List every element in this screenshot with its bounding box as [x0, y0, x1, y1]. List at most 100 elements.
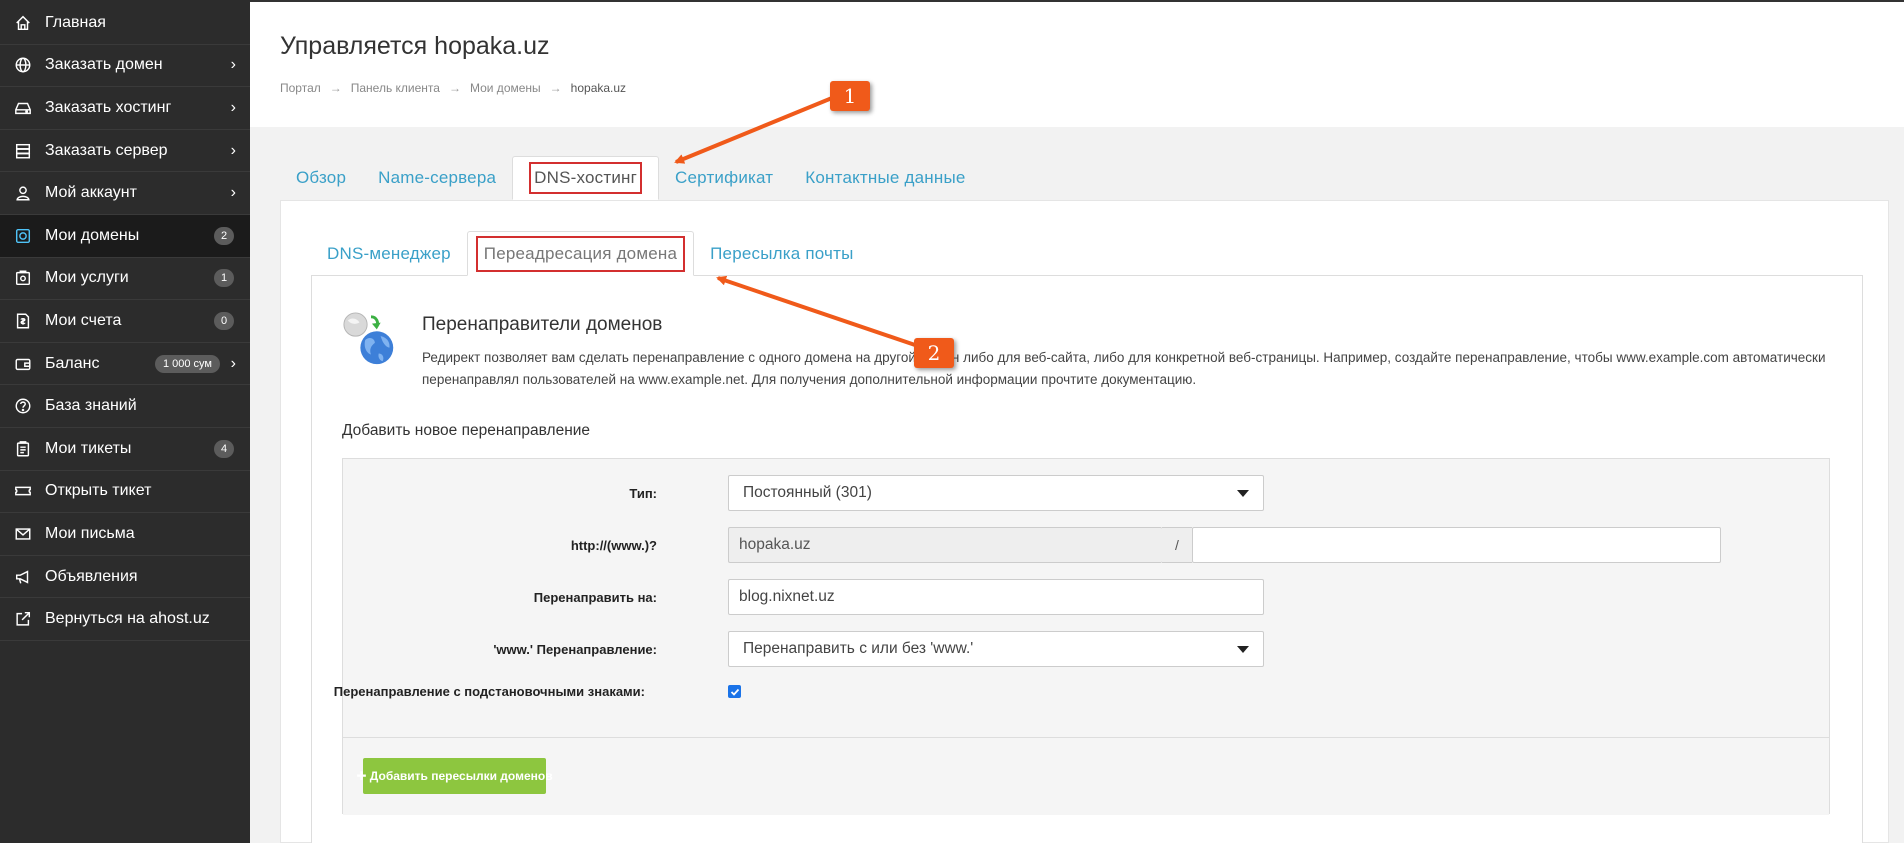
sidebar-item-open-ticket[interactable]: Открыть тикет: [0, 471, 250, 514]
wildcard-label: Перенаправление с подстановочными знакам…: [333, 683, 645, 699]
source-label: http://(www.)?: [570, 537, 657, 553]
count-badge: 1: [214, 269, 234, 288]
sidebar-item-label: База знаний: [45, 397, 137, 415]
form-row-target: Перенаправить на: blog.nixnet.uz: [343, 579, 1829, 615]
sidebar-item-label: Заказать хостинг: [45, 98, 172, 116]
breadcrumb-link-client-area[interactable]: Панель клиента: [351, 81, 440, 95]
tab-domain-forwarding-label: Переадресация домена: [475, 235, 686, 272]
wildcard-checkbox[interactable]: [728, 685, 741, 698]
chevron-right-icon: ›: [230, 184, 236, 202]
tab-dns-manager[interactable]: DNS-менеджер: [311, 231, 467, 276]
open-ticket-icon: [14, 482, 32, 500]
section-description: Редирект позволяет вам сделать перенапра…: [422, 350, 1826, 387]
dns-sub-tabs: DNS-менеджер Переадресация домена Пересы…: [311, 231, 869, 276]
breadcrumb-separator: →: [549, 81, 562, 95]
sidebar-item-my-domains[interactable]: Мои домены 2: [0, 214, 250, 258]
services-icon: [14, 269, 32, 287]
sidebar-item-home[interactable]: Главная: [0, 2, 250, 45]
form-row-www: 'www.' Перенаправление: Перенаправить с …: [343, 631, 1829, 667]
breadcrumb-current: hopaka.uz: [570, 81, 627, 95]
page-header: Управляется hopaka.uz Портал → Панель кл…: [250, 0, 1904, 127]
breadcrumb-link-my-domains[interactable]: Мои домены: [470, 81, 541, 95]
breadcrumb-separator: →: [448, 81, 461, 95]
sidebar-item-my-services[interactable]: Мои услуги 1: [0, 258, 250, 301]
globe-icon: [14, 56, 32, 74]
invoice-icon: [14, 312, 32, 330]
redirect-type-value: Постоянный (301): [743, 484, 872, 501]
tab-email-forwarding[interactable]: Пересылка почты: [694, 231, 869, 276]
mail-icon: [14, 525, 32, 543]
target-url-input[interactable]: blog.nixnet.uz: [728, 579, 1264, 615]
tab-dns-hosting-label: DNS-хостинг: [529, 162, 643, 194]
megaphone-icon: [14, 568, 32, 586]
sidebar-item-label: Баланс: [45, 354, 100, 372]
caret-down-icon: [1237, 490, 1249, 497]
source-domain-field: hopaka.uz: [728, 527, 1162, 563]
chevron-right-icon: ›: [230, 56, 236, 74]
www-redirect-select[interactable]: Перенаправить с или без 'www.': [728, 631, 1264, 667]
domain-icon: [14, 227, 32, 245]
tab-dns-hosting[interactable]: DNS-хостинг: [512, 156, 660, 200]
form-row-source: http://(www.)? hopaka.uz /: [343, 527, 1829, 563]
annotation-badge-1: 1: [830, 81, 870, 111]
domain-tabs: Обзор Name-сервера DNS-хостинг Сертифика…: [280, 156, 982, 200]
server-icon: [14, 142, 32, 160]
breadcrumb-link-portal[interactable]: Портал: [280, 81, 321, 95]
forwarding-content: Перенаправители доменов Редирект позволя…: [311, 275, 1863, 843]
sidebar-item-order-server[interactable]: Заказать сервер ›: [0, 130, 250, 173]
sidebar-item-balance[interactable]: Баланс 1 000 сум ›: [0, 343, 250, 386]
source-path-input[interactable]: [1192, 527, 1721, 563]
tab-nameservers[interactable]: Name-сервера: [362, 156, 512, 200]
sidebar-item-account[interactable]: Мой аккаунт ›: [0, 172, 250, 215]
checkmark-icon: [730, 688, 739, 696]
path-separator: /: [1162, 527, 1192, 563]
sidebar-item-my-invoices[interactable]: Мои счета 0: [0, 300, 250, 343]
sidebar-item-label: Заказать домен: [45, 56, 163, 74]
section-heading: Перенаправители доменов: [422, 314, 663, 335]
sidebar-item-knowledgebase[interactable]: База знаний: [0, 385, 250, 428]
add-domain-forwarding-button[interactable]: ✚ Добавить пересылки доменов: [356, 758, 553, 794]
tab-domain-forwarding[interactable]: Переадресация домена: [466, 231, 695, 276]
tab-contacts[interactable]: Контактные данные: [789, 156, 981, 200]
tab-overview[interactable]: Обзор: [280, 156, 362, 200]
wallet-icon: [14, 355, 32, 373]
globe-redirect-icon: [343, 312, 394, 365]
sidebar-item-label: Объявления: [45, 567, 138, 585]
sidebar-item-label: Заказать сервер: [45, 141, 168, 159]
sidebar-item-announcements[interactable]: Объявления: [0, 556, 250, 599]
sidebar-item-label: Мои письма: [45, 524, 135, 542]
www-label: 'www.' Перенаправление:: [493, 641, 657, 657]
sidebar-item-label: Вернуться на ahost.uz: [45, 610, 210, 628]
form-row-wildcard: Перенаправление с подстановочными знакам…: [334, 681, 1829, 701]
redirect-type-select[interactable]: Постоянный (301): [728, 475, 1264, 511]
home-icon: [14, 14, 32, 32]
sidebar: Главная Заказать домен › Заказать хостин…: [0, 0, 250, 843]
www-redirect-value: Перенаправить с или без 'www.': [743, 640, 974, 657]
count-badge: 4: [214, 439, 234, 458]
sidebar-item-order-domain[interactable]: Заказать домен ›: [0, 45, 250, 88]
breadcrumb: Портал → Панель клиента → Мои домены → h…: [280, 81, 626, 95]
page-title: Управляется hopaka.uz: [280, 32, 550, 60]
sidebar-item-label: Мои счета: [45, 311, 122, 329]
help-icon: [14, 397, 32, 415]
sidebar-item-label: Мои тикеты: [45, 439, 132, 457]
sidebar-item-order-hosting[interactable]: Заказать хостинг ›: [0, 87, 250, 130]
user-icon: [14, 184, 32, 202]
count-badge: 0: [214, 311, 234, 330]
sidebar-item-my-emails[interactable]: Мои письма: [0, 513, 250, 556]
add-redirect-form: Тип: Постоянный (301) http://(www.)? hop…: [334, 458, 1830, 815]
dns-hosting-panel: DNS-менеджер Переадресация домена Пересы…: [280, 200, 1889, 843]
chevron-right-icon: ›: [230, 354, 236, 372]
sidebar-item-my-tickets[interactable]: Мои тикеты 4: [0, 428, 250, 471]
tab-certificate[interactable]: Сертификат: [659, 156, 789, 200]
sidebar-item-label: Мой аккаунт: [45, 184, 137, 202]
count-badge: 2: [214, 226, 234, 245]
chevron-right-icon: ›: [230, 141, 236, 159]
hdd-icon: [14, 99, 32, 117]
breadcrumb-separator: →: [329, 81, 342, 95]
annotation-badge-2: 2: [914, 338, 954, 368]
sidebar-item-label: Главная: [45, 13, 106, 31]
external-link-icon: [14, 610, 32, 628]
sidebar-item-return-site[interactable]: Вернуться на ahost.uz: [0, 598, 250, 641]
type-label: Тип:: [629, 485, 657, 501]
